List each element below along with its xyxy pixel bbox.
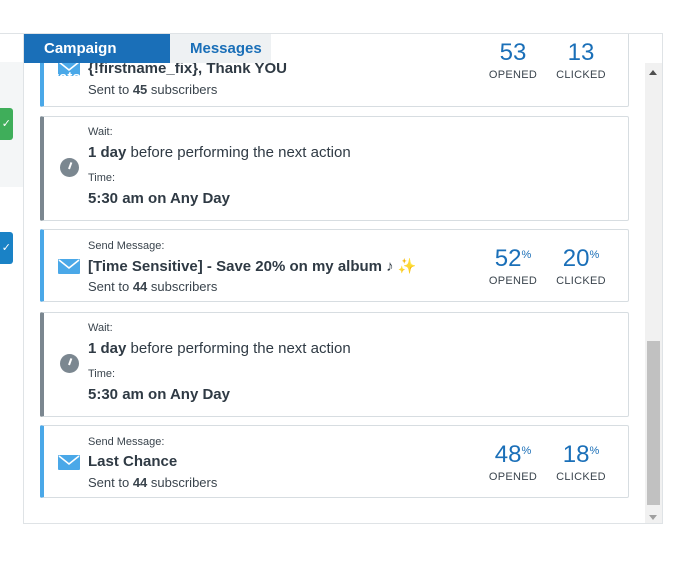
- clicked-stat: 18% CLICKED: [549, 441, 613, 484]
- clock-icon: [60, 354, 79, 373]
- clicked-value: 13: [567, 39, 595, 66]
- clicked-value: 20: [562, 245, 590, 272]
- opened-value: 52: [494, 245, 522, 272]
- wait-step[interactable]: Wait: 1 day before performing the next a…: [40, 312, 629, 417]
- opened-stat: 48% OPENED: [481, 441, 545, 484]
- opened-label: OPENED: [488, 471, 538, 483]
- scroll-down-arrow-icon[interactable]: [649, 515, 657, 520]
- scrollbar-thumb[interactable]: [647, 341, 660, 505]
- send-message-label: Send Message:: [88, 240, 165, 252]
- message-subject: [Time Sensitive] - Save 20% on my album …: [88, 258, 417, 275]
- time-value: 5:30 am on Any Day: [88, 386, 230, 403]
- wait-duration-text: 1 day before performing the next action: [88, 144, 351, 161]
- tab-campaign-stats[interactable]: Campaign Stats: [24, 34, 170, 86]
- envelope-icon: [58, 259, 80, 274]
- sent-to-text: Sent to 44 subscribers: [88, 279, 218, 294]
- steps-list[interactable]: {!firstname_fix}, Thank YOU Sent to 45 s…: [24, 34, 645, 523]
- opened-value: 48: [494, 441, 522, 468]
- time-label: Time:: [88, 368, 116, 380]
- opened-stat: 52% OPENED: [481, 245, 545, 288]
- clock-icon: [60, 158, 79, 177]
- message-subject: Last Chance: [88, 453, 178, 470]
- send-message-label: Send Message:: [88, 436, 165, 448]
- clicked-label: CLICKED: [556, 69, 606, 81]
- tab-messages[interactable]: Messages: [170, 34, 271, 63]
- percent-sign: %: [521, 445, 532, 457]
- opened-label: OPENED: [488, 275, 538, 287]
- opened-value: 53: [499, 39, 527, 66]
- envelope-icon: [58, 455, 80, 470]
- wait-label: Wait:: [88, 322, 113, 334]
- vertical-scrollbar[interactable]: [645, 63, 662, 523]
- message-step[interactable]: Send Message: Last Chance Sent to 44 sub…: [40, 425, 629, 498]
- time-value: 5:30 am on Any Day: [88, 190, 230, 207]
- tab-bar: Campaign Stats Messages: [24, 34, 271, 86]
- clicked-stat: 13 CLICKED: [549, 39, 613, 82]
- clicked-stat: 20% CLICKED: [549, 245, 613, 288]
- wait-label: Wait:: [88, 126, 113, 138]
- message-step[interactable]: Send Message: [Time Sensitive] - Save 20…: [40, 229, 629, 302]
- check-icon[interactable]: ✓: [0, 232, 13, 264]
- campaign-panel: {!firstname_fix}, Thank YOU Sent to 45 s…: [24, 33, 663, 524]
- clicked-label: CLICKED: [556, 471, 606, 483]
- opened-label: OPENED: [488, 69, 538, 81]
- percent-sign: %: [521, 249, 532, 261]
- clicked-value: 18: [562, 441, 590, 468]
- percent-sign: %: [589, 445, 600, 457]
- percent-sign: %: [589, 249, 600, 261]
- check-icon[interactable]: ✓: [0, 108, 13, 140]
- wait-duration-text: 1 day before performing the next action: [88, 340, 351, 357]
- time-label: Time:: [88, 172, 116, 184]
- wait-step[interactable]: Wait: 1 day before performing the next a…: [40, 116, 629, 221]
- clicked-label: CLICKED: [556, 275, 606, 287]
- sent-to-text: Sent to 45 subscribers: [88, 82, 218, 97]
- opened-stat: 53 OPENED: [481, 39, 545, 82]
- sent-to-text: Sent to 44 subscribers: [88, 475, 218, 490]
- scroll-up-arrow-icon[interactable]: [649, 70, 657, 75]
